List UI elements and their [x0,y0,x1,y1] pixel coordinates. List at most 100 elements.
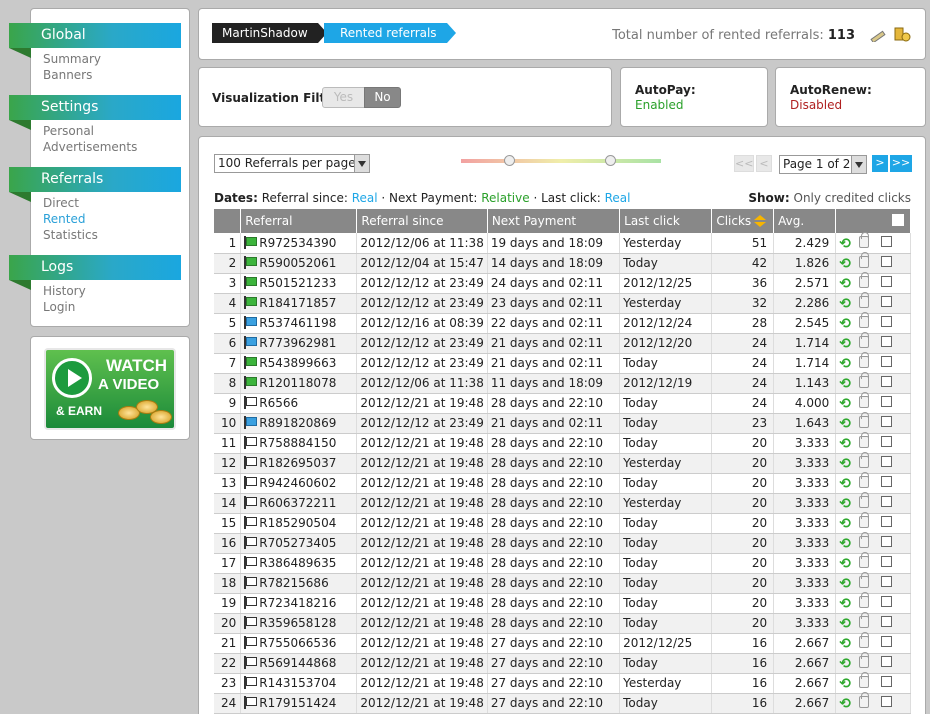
table-row[interactable]: 23 R143153704 2012/12/21 at 19:48 27 days a… [214,672,911,694]
lock-icon[interactable] [859,512,870,528]
lock-icon[interactable] [859,272,870,288]
col-next-payment-header[interactable]: Next Payment [487,209,621,233]
lock-icon[interactable] [859,452,870,468]
table-row[interactable]: 17 R386489635 2012/12/21 at 19:48 28 days a… [214,552,911,574]
menu-item-summary[interactable]: Summary [43,51,101,67]
recycle-icon[interactable]: ⟲ [839,277,853,291]
row-checkbox[interactable] [881,596,893,607]
recycle-icon[interactable]: ⟲ [839,517,853,531]
row-checkbox[interactable] [881,416,893,427]
row-checkbox[interactable] [881,336,893,347]
table-row[interactable]: 18 R78215686 2012/12/21 at 19:48 28 days an… [214,572,911,594]
referral-cell[interactable]: R185290504 [240,513,358,534]
lock-icon[interactable] [859,392,870,408]
lock-icon[interactable] [859,612,870,628]
next-page-button[interactable]: > [872,155,888,172]
referral-cell[interactable]: R755066536 [240,633,358,654]
table-row[interactable]: 6 R773962981 2012/12/12 at 23:49 21 days an… [214,332,911,354]
row-checkbox[interactable] [881,396,893,407]
row-checkbox[interactable] [881,376,893,387]
recycle-icon[interactable]: ⟲ [839,537,853,551]
autopay-status[interactable]: Enabled [635,98,684,112]
table-row[interactable]: 20 R359658128 2012/12/21 at 19:48 28 days a… [214,612,911,634]
flag-icon[interactable] [244,596,258,609]
table-row[interactable]: 8 R120118078 2012/12/06 at 11:38 11 days an… [214,372,911,394]
col-avg-header[interactable]: Avg. [773,209,837,233]
lock-icon[interactable] [859,592,870,608]
lock-icon[interactable] [859,532,870,548]
lock-icon[interactable] [859,672,870,688]
table-row[interactable]: 7 R543899663 2012/12/12 at 23:49 21 days an… [214,352,911,374]
flag-icon[interactable] [244,636,258,649]
filter-no-button[interactable]: No [364,87,401,108]
sort-icon[interactable] [754,215,767,227]
flag-icon[interactable] [244,536,258,549]
lock-icon[interactable] [859,552,870,568]
next-toggle[interactable]: Relative [481,191,529,205]
row-checkbox[interactable] [881,456,893,467]
row-checkbox[interactable] [881,636,893,647]
referral-cell[interactable]: R120118078 [240,373,358,394]
row-checkbox[interactable] [881,676,893,687]
menu-item-rented[interactable]: Rented [43,211,86,227]
referral-cell[interactable]: R972534390 [240,233,358,254]
row-checkbox[interactable] [881,436,893,447]
recycle-icon[interactable]: ⟲ [839,617,853,631]
referral-cell[interactable]: R6566 [240,393,358,414]
lock-icon[interactable] [859,432,870,448]
row-checkbox[interactable] [881,356,893,367]
flag-icon[interactable] [244,436,258,449]
row-checkbox[interactable] [881,616,893,627]
table-row[interactable]: 12 R182695037 2012/12/21 at 19:48 28 days a… [214,452,911,474]
filter-yes-button[interactable]: Yes [322,87,365,108]
recycle-icon[interactable]: ⟲ [839,637,853,651]
recycle-icon[interactable]: ⟲ [839,657,853,671]
flag-icon[interactable] [244,235,258,249]
menu-item-statistics[interactable]: Statistics [43,227,98,243]
referral-cell[interactable]: R143153704 [240,673,358,694]
flag-icon[interactable] [244,556,258,569]
breadcrumb-user[interactable]: MartinShadow [212,23,327,43]
flag-icon[interactable] [244,496,258,509]
flag-icon[interactable] [244,616,258,629]
table-row[interactable]: 11 R758884150 2012/12/21 at 19:48 28 days a… [214,432,911,454]
col-since-header[interactable]: Referral since [356,209,488,233]
referral-cell[interactable]: R179151424 [240,693,358,714]
row-checkbox[interactable] [881,576,893,587]
referral-cell[interactable]: R537461198 [240,313,358,334]
recycle-icon[interactable]: ⟲ [839,697,853,711]
referral-cell[interactable]: R590052061 [240,253,358,274]
pencil-icon[interactable] [869,26,887,42]
lock-icon[interactable] [859,632,870,648]
recycle-icon[interactable]: ⟲ [839,317,853,331]
recycle-icon[interactable]: ⟲ [839,397,853,411]
row-checkbox[interactable] [881,316,893,327]
flag-icon[interactable] [244,456,258,469]
flag-icon[interactable] [244,676,258,689]
lock-icon[interactable] [859,572,870,588]
show-filter[interactable]: Show: Only credited clicks [748,191,911,205]
table-row[interactable]: 14 R606372211 2012/12/21 at 19:48 28 days a… [214,492,911,514]
row-checkbox[interactable] [881,556,893,567]
lock-icon[interactable] [859,352,870,368]
flag-icon[interactable] [244,376,258,389]
table-row[interactable]: 4 R184171857 2012/12/12 at 23:49 23 days an… [214,292,911,314]
recycle-icon[interactable]: ⟲ [839,297,853,311]
recycle-icon[interactable]: ⟲ [839,577,853,591]
range-slider[interactable] [461,155,661,166]
slider-handle-right[interactable] [605,155,616,166]
referral-cell[interactable]: R359658128 [240,613,358,634]
flag-icon[interactable] [244,276,258,289]
row-checkbox[interactable] [881,536,893,547]
recycle-icon[interactable]: ⟲ [839,337,853,351]
money-icon[interactable] [893,26,911,42]
menu-item-direct[interactable]: Direct [43,195,79,211]
lock-icon[interactable] [859,492,870,508]
table-row[interactable]: 1 R972534390 2012/12/06 at 11:38 19 days an… [214,231,911,254]
recycle-icon[interactable]: ⟲ [839,437,853,451]
col-clicks-header[interactable]: Clicks [711,209,775,233]
lock-icon[interactable] [859,372,870,388]
referral-cell[interactable]: R758884150 [240,433,358,454]
autorenew-status[interactable]: Disabled [790,98,842,112]
table-row[interactable]: 13 R942460602 2012/12/21 at 19:48 28 days a… [214,472,911,494]
